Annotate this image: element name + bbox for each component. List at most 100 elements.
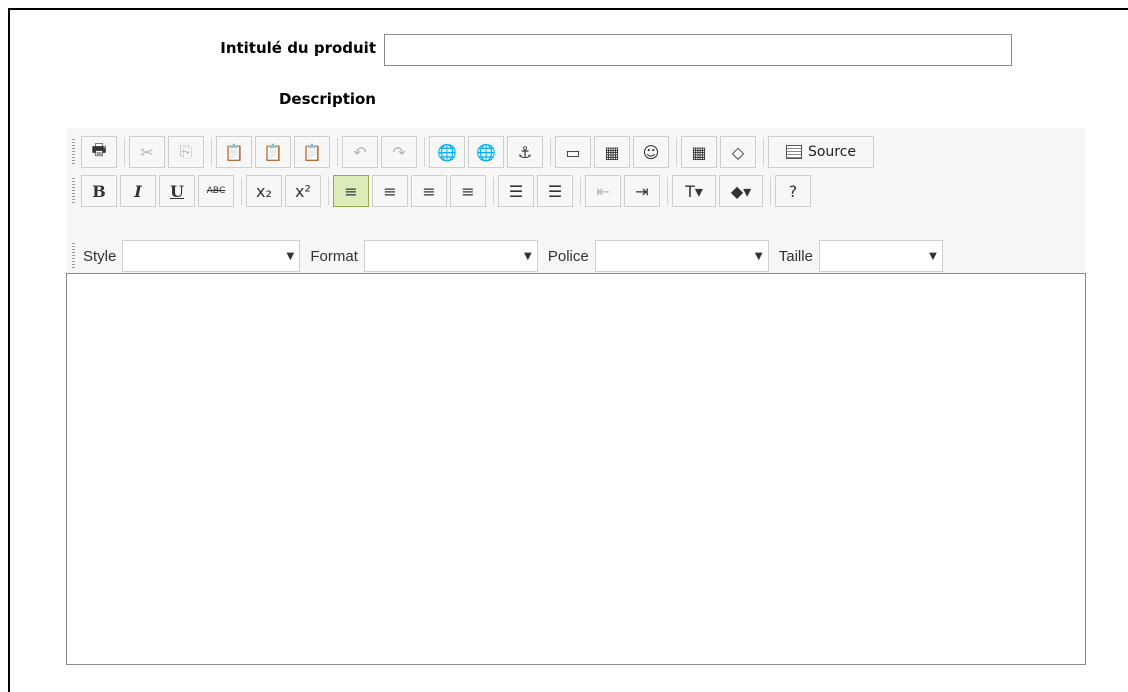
bullet-list-icon: ☰ (547, 181, 563, 201)
outdent-icon: ⇤ (596, 181, 610, 201)
toolbar-row-3: Style ▼ Format ▼ Police ▼ Taille ▼ (66, 238, 951, 274)
bold-button[interactable]: B (81, 175, 117, 207)
ordered-list-button[interactable]: ☰ (498, 175, 534, 207)
justify-icon: ≡ (461, 181, 475, 201)
italic-button[interactable]: I (120, 175, 156, 207)
format-combo-label: Format (310, 247, 358, 265)
toolbar-group: ? (775, 175, 814, 207)
toolbar-group: ▦ ◇ (681, 136, 759, 168)
text-color-button[interactable]: T▾ (672, 175, 716, 207)
italic-icon: I (134, 181, 142, 201)
toolbar-group: x₂ x² (246, 175, 324, 207)
toolbar-separator (676, 138, 677, 166)
toolbar-group: B I U ABC (81, 175, 237, 207)
size-select[interactable]: ▼ (818, 240, 943, 272)
align-left-icon: ≡ (344, 181, 358, 201)
anchor-button[interactable]: ⚓ (507, 136, 543, 168)
image-button[interactable]: ▭ (555, 136, 591, 168)
paste-word-icon: 📋 (302, 142, 322, 162)
size-combo-label: Taille (778, 247, 813, 265)
toolbar-grip[interactable] (72, 243, 75, 269)
justify-button[interactable]: ≡ (450, 175, 486, 207)
source-icon (785, 145, 802, 159)
subscript-icon: x₂ (256, 181, 272, 201)
superscript-icon: x² (295, 181, 311, 201)
toolbar-group: ≡ ≡ ≡ ≡ (333, 175, 489, 207)
indent-icon: ⇥ (635, 181, 649, 201)
printer-icon: 🖶 (91, 139, 107, 159)
toolbar-group: ↶ ↷ (342, 136, 420, 168)
product-title-input[interactable] (384, 34, 1012, 66)
align-right-icon: ≡ (422, 181, 436, 201)
rich-text-editor: 🖶 ✂ ⎘ 📋 📋 📋 ↶ ↷ 🌐 🌐 ⚓ ▭ ▦ ☺ ▦ ◇ Source B I U ABC x₂ x² ≡ ≡ ≡ ≡ ☰ ☰ ⇤… (66, 128, 1086, 665)
toolbar-separator (550, 138, 551, 166)
toolbar-group: ▭ ▦ ☺ (555, 136, 672, 168)
cut-button[interactable]: ✂ (129, 136, 165, 168)
toolbar-grip[interactable] (72, 139, 75, 165)
text-color-icon: T▾ (685, 181, 703, 201)
toolbar-separator (337, 138, 338, 166)
select-all-button[interactable]: ▦ (681, 136, 717, 168)
chevron-down-icon: ▼ (524, 250, 532, 262)
outdent-button[interactable]: ⇤ (585, 175, 621, 207)
toolbar-row-2: B I U ABC x₂ x² ≡ ≡ ≡ ≡ ☰ ☰ ⇤ ⇥ T▾ ◆▾? (66, 173, 814, 209)
table-button[interactable]: ▦ (594, 136, 630, 168)
print-button[interactable]: 🖶 (81, 136, 117, 168)
help-button[interactable]: ? (775, 175, 811, 207)
align-center-button[interactable]: ≡ (372, 175, 408, 207)
chevron-down-icon: ▼ (286, 250, 295, 262)
toolbar-grip[interactable] (72, 178, 75, 204)
toolbar-row-1: 🖶 ✂ ⎘ 📋 📋 📋 ↶ ↷ 🌐 🌐 ⚓ ▭ ▦ ☺ ▦ ◇ Source (66, 134, 877, 170)
toolbar-separator (424, 138, 425, 166)
editor-content-area[interactable] (66, 273, 1086, 665)
indent-button[interactable]: ⇥ (624, 175, 660, 207)
smiley-icon: ☺ (642, 142, 660, 162)
description-label: Description (278, 90, 376, 108)
toolbar-group: ☰ ☰ (498, 175, 576, 207)
subscript-button[interactable]: x₂ (246, 175, 282, 207)
toolbar-separator (770, 177, 771, 205)
source-button[interactable]: Source (768, 136, 874, 168)
chevron-down-icon: ▼ (754, 250, 763, 262)
numbered-list-icon: ☰ (508, 181, 524, 201)
clipboard-icon: 📋 (224, 142, 244, 162)
unlink-button[interactable]: 🌐 (468, 136, 504, 168)
strike-button[interactable]: ABC (198, 175, 234, 207)
toolbar-group: 🌐 🌐 ⚓ (429, 136, 546, 168)
link-button[interactable]: 🌐 (429, 136, 465, 168)
superscript-button[interactable]: x² (285, 175, 321, 207)
product-title-label: Intitulé du produit (220, 39, 376, 57)
strikethrough-icon: ABC (206, 186, 226, 196)
font-select[interactable]: ▼ (594, 240, 769, 272)
paste-text-button[interactable]: 📋 (255, 136, 291, 168)
align-right-button[interactable]: ≡ (411, 175, 447, 207)
redo-icon: ↷ (392, 142, 406, 162)
paste-word-button[interactable]: 📋 (294, 136, 330, 168)
toolbar-separator (328, 177, 329, 205)
format-select[interactable]: ▼ (363, 240, 538, 272)
toolbar-group: 🖶 (81, 136, 120, 168)
toolbar-separator (580, 177, 581, 205)
toolbar-separator (211, 138, 212, 166)
undo-icon: ↶ (353, 142, 367, 162)
underline-button[interactable]: U (159, 175, 195, 207)
scissors-icon: ✂ (140, 142, 154, 162)
toolbar-separator (763, 138, 764, 166)
paste-button[interactable]: 📋 (216, 136, 252, 168)
remove-format-button[interactable]: ◇ (720, 136, 756, 168)
align-left-button[interactable]: ≡ (333, 175, 369, 207)
redo-button[interactable]: ↷ (381, 136, 417, 168)
bullet-list-button[interactable]: ☰ (537, 175, 573, 207)
background-color-icon: ◆▾ (730, 181, 752, 201)
paste-text-icon: 📋 (263, 142, 283, 162)
smiley-button[interactable]: ☺ (633, 136, 669, 168)
undo-button[interactable]: ↶ (342, 136, 378, 168)
copy-button[interactable]: ⎘ (168, 136, 204, 168)
toolbar-group: ✂ ⎘ (129, 136, 207, 168)
anchor-icon: ⚓ (517, 142, 533, 162)
style-select[interactable]: ▼ (122, 240, 301, 272)
bg-color-button[interactable]: ◆▾ (719, 175, 763, 207)
image-icon: ▭ (565, 142, 581, 162)
eraser-icon: ◇ (731, 142, 745, 162)
select-all-icon: ▦ (691, 142, 707, 162)
